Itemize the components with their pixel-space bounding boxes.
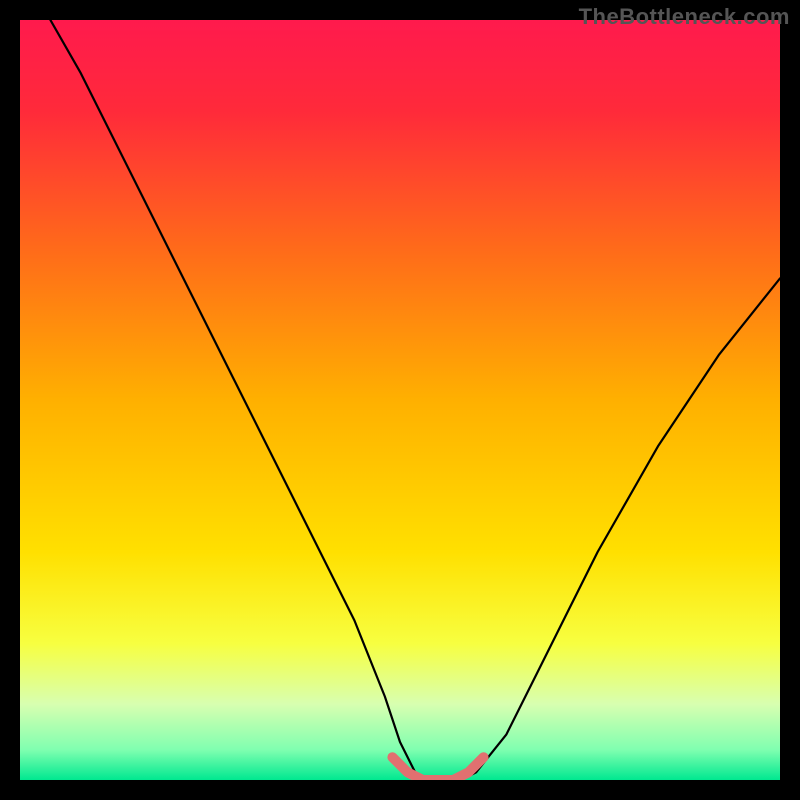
gradient-background xyxy=(20,20,780,780)
chart-svg xyxy=(20,20,780,780)
watermark-text: TheBottleneck.com xyxy=(579,4,790,30)
plot-area xyxy=(20,20,780,780)
chart-frame: TheBottleneck.com xyxy=(0,0,800,800)
